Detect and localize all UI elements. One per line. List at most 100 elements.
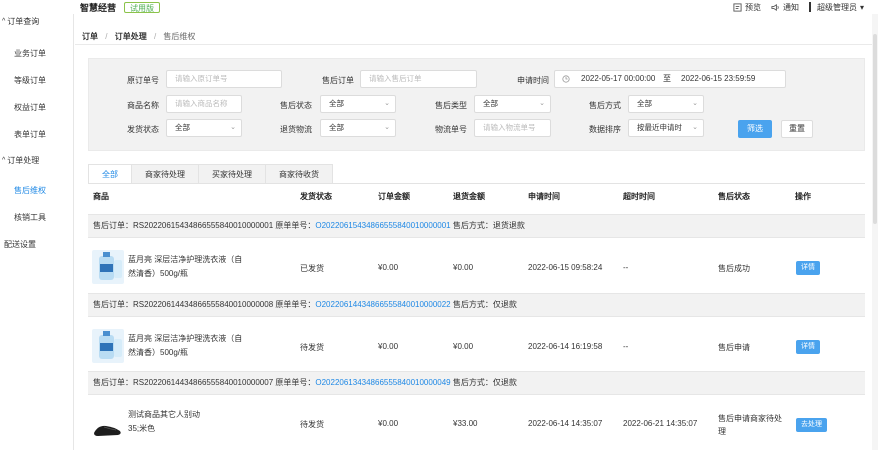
product-thumbnail <box>92 250 124 284</box>
product-spec: 35;米色 <box>128 424 156 433</box>
aftersale-method: 仅退款 <box>492 300 517 309</box>
refund-amount: ¥0.00 <box>453 342 474 351</box>
top-bar: 智慧经营 试用版 预览 通知 超级管理员 ▾ <box>0 0 878 14</box>
breadcrumb-separator: / <box>105 32 108 41</box>
detail-button[interactable]: 详情 <box>796 261 820 275</box>
reset-button[interactable]: 重置 <box>781 120 813 138</box>
aftersale-status-label: 售后状态 <box>280 101 312 110</box>
sidebar-item-delivery-settings[interactable]: 配送设置 <box>0 231 73 258</box>
column-header-action: 操作 <box>795 192 811 201</box>
product-name[interactable]: 蓝月亮 深层洁净护理洗衣液（自然清香）500g/瓶 <box>128 332 250 360</box>
column-header-timeout: 超时时间 <box>623 192 655 201</box>
order-amount: ¥0.00 <box>378 263 399 272</box>
aftersale-order-label: 售后订单 <box>322 76 354 85</box>
aftersale-order-label: 售后订单： <box>93 221 133 230</box>
filter-button[interactable]: 筛选 <box>738 120 772 138</box>
preview-button[interactable]: 预览 <box>733 2 761 13</box>
product-name[interactable]: 蓝月亮 深层洁净护理洗衣液（自然清香）500g/瓶 <box>128 253 250 281</box>
notify-button[interactable]: 通知 <box>771 2 799 13</box>
aftersale-type-select[interactable]: 全部 ⌄ <box>474 95 551 113</box>
aftersale-status: 售后申请商家待处理 <box>718 414 782 436</box>
notify-label: 通知 <box>782 2 799 12</box>
tab-buyer-pending[interactable]: 买家待处理 <box>199 164 266 184</box>
ship-status: 已发货 <box>300 264 324 273</box>
order-group-header: 售后订单：RS20220615434866555840010000001 原单单… <box>88 214 865 238</box>
tab-merchant-pending[interactable]: 商家待处理 <box>132 164 199 184</box>
aftersale-type-label: 售后类型 <box>435 101 467 110</box>
column-header-product: 商品 <box>93 192 109 201</box>
select-value: 全部 <box>637 99 652 108</box>
date-start: 2022-05-17 00:00:00 <box>581 74 656 83</box>
product-thumbnail <box>92 329 124 363</box>
preview-icon <box>733 2 742 12</box>
column-header-status: 售后状态 <box>718 192 750 201</box>
select-value: 全部 <box>175 123 190 132</box>
sidebar-item-business-orders[interactable]: 业务订单 <box>0 40 73 67</box>
original-order-link[interactable]: O20220614434866555840010000022 <box>315 300 450 309</box>
table-row: 蓝月亮 深层洁净护理洗衣液（自然清香）500g/瓶 已发货 ¥0.00 ¥0.0… <box>88 240 865 295</box>
aftersale-order-input[interactable]: 请输入售后订单 <box>360 70 477 88</box>
aftersale-method-label: 售后方式： <box>452 221 493 230</box>
breadcrumb-level1[interactable]: 订单 <box>82 32 98 41</box>
product-name[interactable]: 测试商品其它人别动 <box>128 408 250 422</box>
detail-button[interactable]: 详情 <box>796 340 820 354</box>
sidebar-group-order-query[interactable]: ^ 订单查询 <box>0 14 73 28</box>
user-menu[interactable]: 超级管理员 ▾ <box>808 2 864 13</box>
order-group-header: 售后订单：RS20220614434866555840010000007 原单单… <box>88 371 865 395</box>
sidebar-group-label: 订单查询 <box>7 16 40 26</box>
user-name: 超级管理员 <box>816 2 857 12</box>
sidebar-item-benefit-orders[interactable]: 权益订单 <box>0 94 73 121</box>
date-end: 2022-06-15 23:59:59 <box>681 74 756 83</box>
select-value: 全部 <box>329 99 344 108</box>
ship-status: 待发货 <box>300 420 324 429</box>
sidebar-item-verify-tool[interactable]: 核销工具 <box>0 204 73 231</box>
ship-status: 待发货 <box>300 343 324 352</box>
aftersale-status: 售后申请 <box>718 343 750 352</box>
chevron-down-icon: ▾ <box>859 2 864 12</box>
column-header-order-amount: 订单金额 <box>378 192 410 201</box>
scrollbar[interactable] <box>872 14 878 450</box>
chevron-down-icon: ⌄ <box>692 100 698 107</box>
original-order-link[interactable]: O20220615434866555840010000001 <box>315 221 450 230</box>
sidebar-item-after-sales[interactable]: 售后维权 <box>0 177 73 204</box>
process-button[interactable]: 去处理 <box>796 418 827 432</box>
ship-status-select[interactable]: 全部 ⌄ <box>166 119 242 137</box>
sort-select[interactable]: 按最近申请时 ⌄ <box>628 119 704 137</box>
clock-icon <box>562 75 570 83</box>
select-value: 按最近申请时 <box>637 123 682 132</box>
scrollbar-thumb[interactable] <box>873 34 877 224</box>
divider <box>88 183 865 184</box>
apply-time: 2022-06-14 14:35:07 <box>528 419 603 428</box>
breadcrumb-level2[interactable]: 订单处理 <box>115 32 147 41</box>
tab-merchant-receiving[interactable]: 商家待收货 <box>266 164 333 184</box>
speaker-icon <box>771 3 779 11</box>
shoe-thumbnail <box>92 411 124 439</box>
refund-amount: ¥0.00 <box>453 263 474 272</box>
original-order-input[interactable]: 请输入原订单号 <box>166 70 282 88</box>
status-tabs: 全部 商家待处理 买家待处理 商家待收货 <box>88 164 333 184</box>
tab-all[interactable]: 全部 <box>88 164 132 184</box>
aftersale-method-label: 售后方式： <box>452 300 493 309</box>
select-value: 全部 <box>329 123 344 132</box>
sidebar-group-order-process[interactable]: ^ 订单处理 <box>0 153 73 167</box>
breadcrumb: 订单 / 订单处理 / 售后维权 <box>82 31 195 42</box>
logistics-no-input[interactable]: 请输入物流单号 <box>474 119 551 137</box>
sidebar-item-form-orders[interactable]: 表单订单 <box>0 121 73 148</box>
original-order-link[interactable]: O20220613434866555840010000049 <box>315 378 450 387</box>
product-name-input[interactable]: 请输入商品名称 <box>166 95 242 113</box>
ship-status-label: 发货状态 <box>127 125 159 134</box>
return-logistics-select[interactable]: 全部 ⌄ <box>320 119 396 137</box>
column-header-apply-time: 申请时间 <box>528 192 560 201</box>
aftersale-method-select[interactable]: 全部 ⌄ <box>628 95 704 113</box>
aftersale-status: 售后成功 <box>718 264 750 273</box>
aftersale-method: 仅退款 <box>492 378 517 387</box>
column-header-refund-amount: 退货金额 <box>453 192 485 201</box>
date-range-picker[interactable]: 2022-05-17 00:00:00 至 2022-06-15 23:59:5… <box>554 70 786 88</box>
divider <box>75 44 878 45</box>
original-order-label: 原单单号： <box>275 300 316 309</box>
sidebar-item-level-orders[interactable]: 等级订单 <box>0 67 73 94</box>
original-order-label: 原单单号： <box>275 221 316 230</box>
column-header-ship-status: 发货状态 <box>300 192 332 201</box>
aftersale-status-select[interactable]: 全部 ⌄ <box>320 95 396 113</box>
product-name-label: 商品名称 <box>127 101 159 110</box>
